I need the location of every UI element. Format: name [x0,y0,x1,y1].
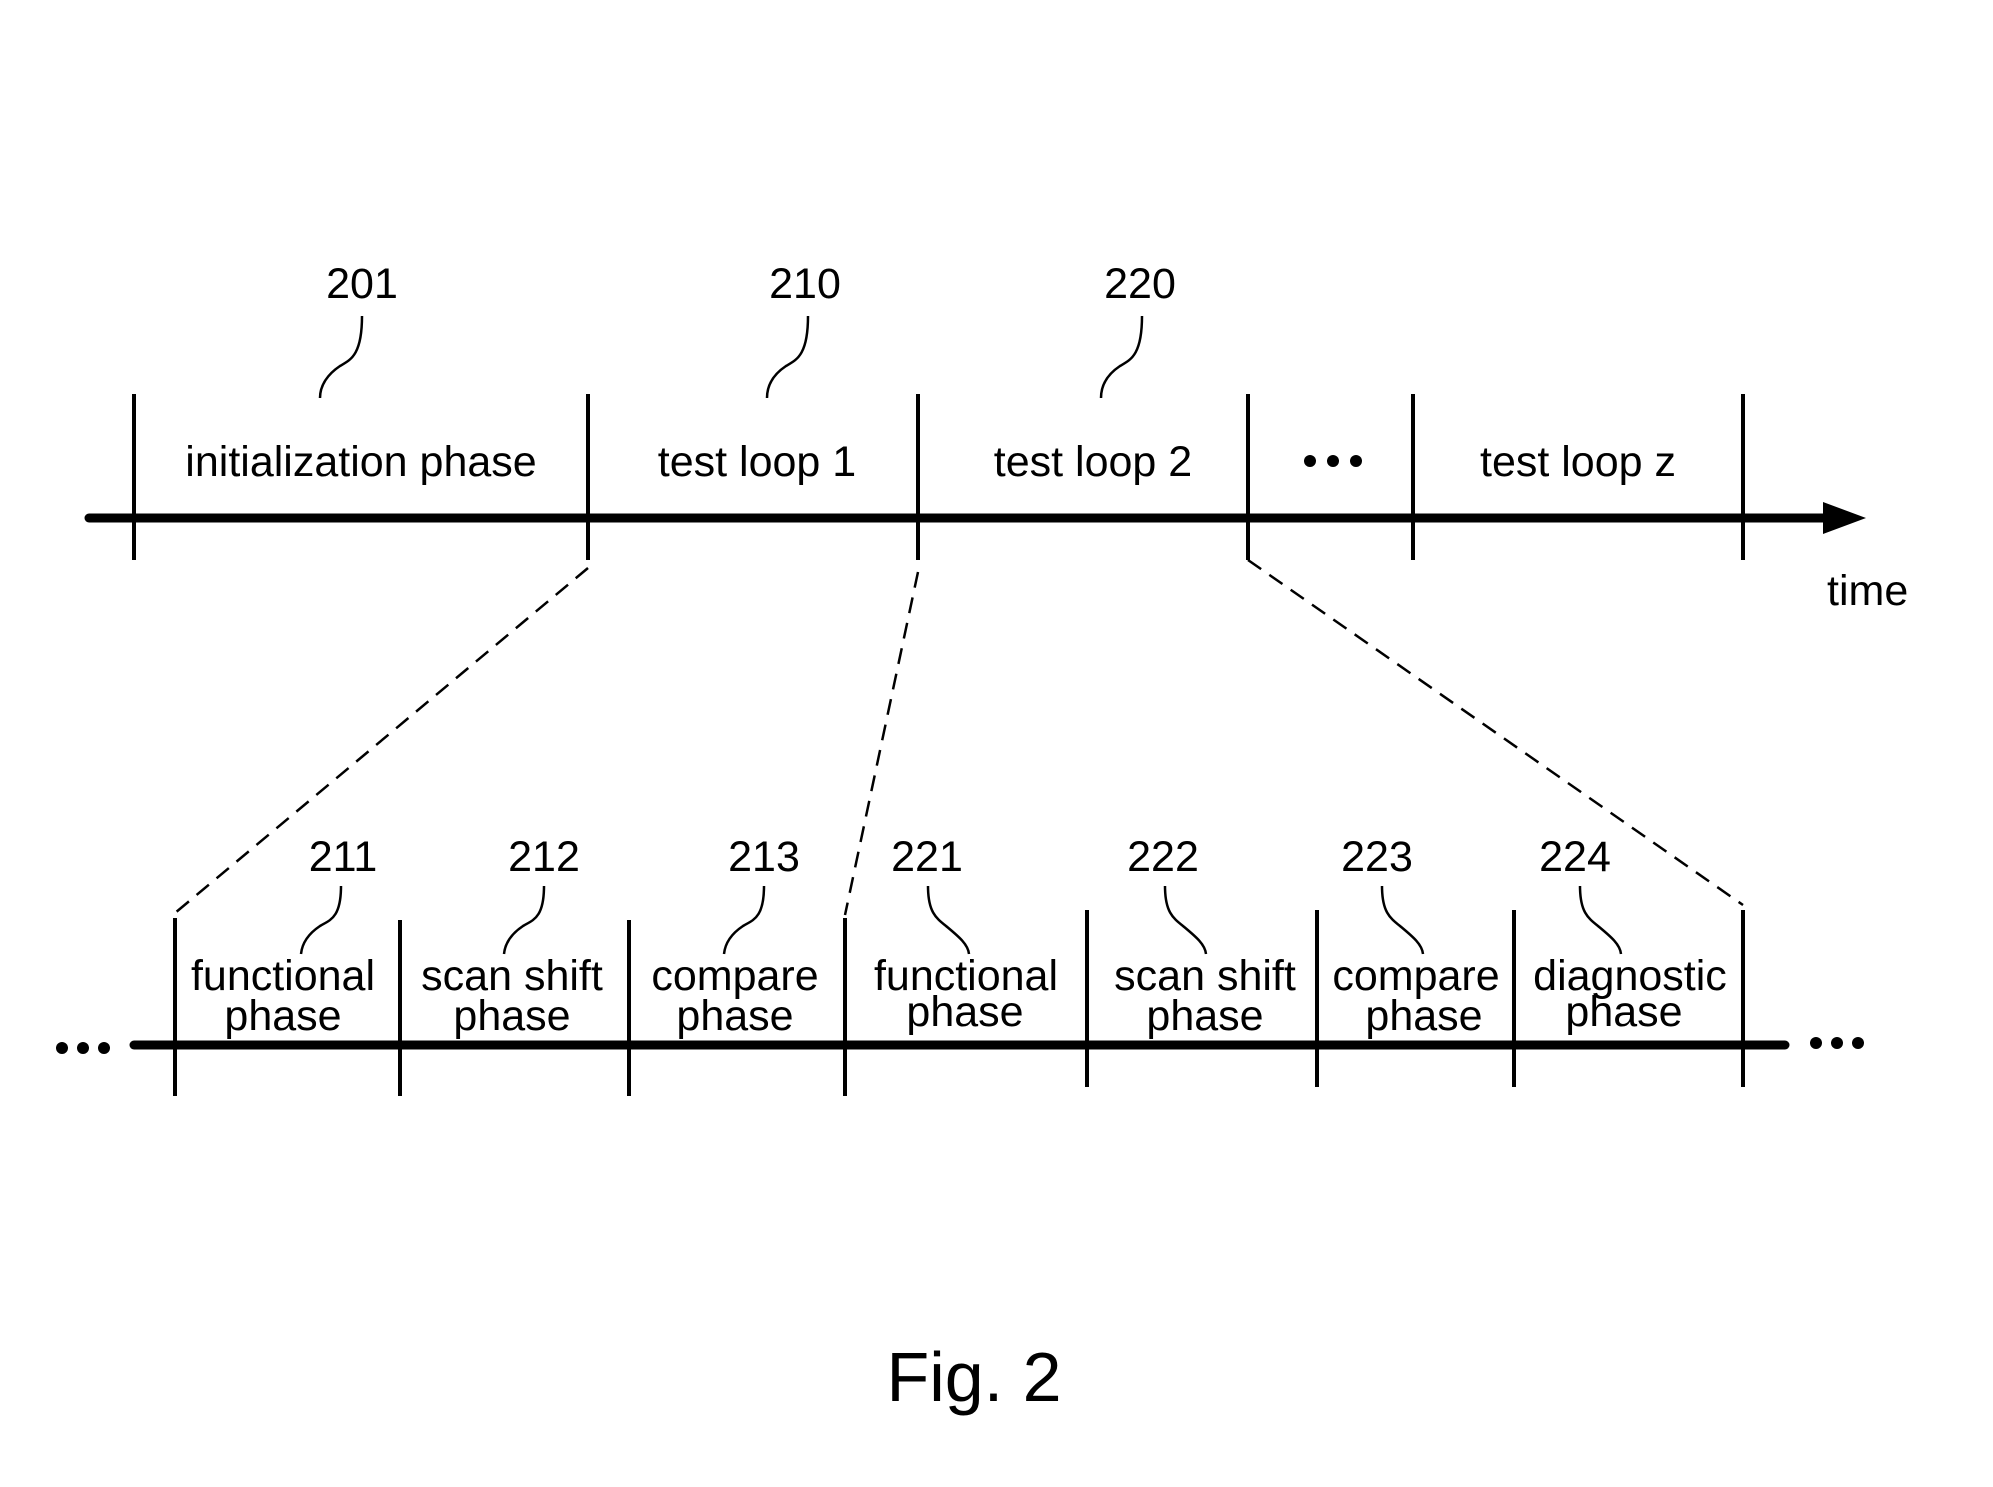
bottom-segment-221: functional phase [874,952,1058,1036]
leader-223 [1380,885,1425,955]
segment-label-line2: phase [906,988,1023,1036]
segment-label-line2: phase [453,992,570,1040]
leader-221 [926,885,971,955]
zoom-guide-right [1247,558,1744,907]
segment-test-loop-z: test loop z [1480,438,1676,486]
ref-number-220: 220 [1104,260,1176,308]
bottom-segment-211: functional phase [191,952,375,1040]
bottom-segment-223: compare phase [1332,952,1499,1040]
leader-213 [722,885,766,955]
segment-label-line2: phase [1365,992,1482,1040]
ref-number-201: 201 [326,260,398,308]
segment-label-line2: phase [676,992,793,1040]
segment-label-line2: phase [1565,988,1682,1036]
leader-224 [1578,885,1623,955]
leader-212 [502,885,546,955]
timeline-diagram: time initialization phase test loop 1 te… [56,260,1908,1416]
segment-test-loop-2: test loop 2 [994,438,1192,486]
ref-number-210: 210 [769,260,841,308]
leader-220 [1099,315,1144,399]
segment-label-line2: phase [224,992,341,1040]
ref-number-213: 213 [728,833,800,881]
ellipsis-left-icon [56,1042,110,1054]
bottom-segment-224: diagnostic phase [1533,952,1727,1036]
ellipsis-icon [1304,455,1362,467]
segment-initialization-phase: initialization phase [185,438,536,486]
figure-caption: Fig. 2 [886,1338,1061,1416]
segment-label-line2: phase [1146,992,1263,1040]
ref-number-212: 212 [508,833,580,881]
segment-test-loop-1: test loop 1 [658,438,856,486]
leader-210 [765,315,810,399]
time-arrowhead [1823,502,1866,534]
leader-222 [1163,885,1208,955]
ref-number-211: 211 [309,833,378,881]
bottom-segment-222: scan shift phase [1114,952,1296,1040]
leader-201 [318,315,364,399]
ref-number-223: 223 [1341,833,1413,881]
bottom-segment-212: scan shift phase [421,952,603,1040]
ref-number-222: 222 [1127,833,1199,881]
ref-number-221: 221 [891,833,963,881]
ellipsis-right-icon [1810,1037,1864,1049]
bottom-segment-213: compare phase [651,952,818,1040]
leader-211 [299,885,343,955]
time-axis-label: time [1827,567,1908,615]
ref-number-224: 224 [1539,833,1611,881]
